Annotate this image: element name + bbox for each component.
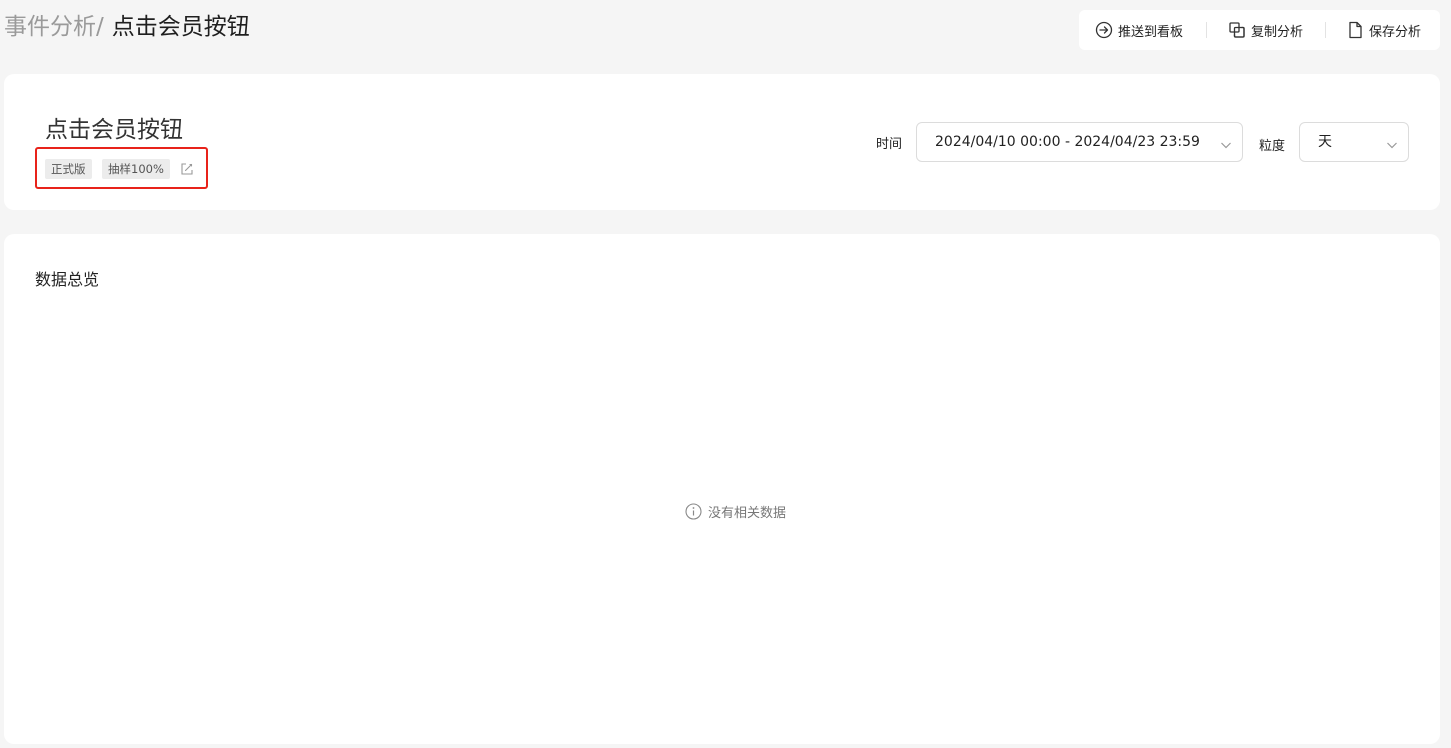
- copy-analysis-button[interactable]: 复制分析: [1228, 10, 1303, 50]
- breadcrumb-separator: /: [96, 14, 104, 40]
- copy-analysis-label: 复制分析: [1251, 24, 1304, 40]
- save-analysis-button[interactable]: 保存分析: [1346, 10, 1421, 50]
- date-range-picker[interactable]: 2024/04/10 00:00 - 2024/04/23 23:59: [916, 122, 1243, 162]
- toolbar-divider: [1325, 22, 1326, 38]
- info-circle-icon: [685, 503, 702, 520]
- tags-highlight-box: 正式版 抽样100%: [35, 147, 208, 189]
- empty-state: 没有相关数据: [685, 502, 786, 521]
- granularity-select[interactable]: 天: [1299, 122, 1409, 162]
- push-to-dashboard-label: 推送到看板: [1118, 24, 1184, 40]
- save-analysis-label: 保存分析: [1369, 24, 1422, 40]
- copy-icon: [1228, 21, 1246, 39]
- analysis-header-card: 点击会员按钮 正式版 抽样100% 时间 2024/04/10 00:00 - …: [4, 74, 1440, 210]
- document-icon: [1346, 21, 1364, 39]
- version-tag: 正式版: [45, 159, 92, 179]
- analysis-title: 点击会员按钮: [45, 117, 183, 143]
- chevron-down-icon: [1220, 136, 1232, 149]
- granularity-value: 天: [1318, 134, 1332, 150]
- arrow-circle-right-icon: [1095, 21, 1113, 39]
- breadcrumb-parent-link[interactable]: 事件分析: [4, 14, 96, 40]
- chevron-down-icon: [1386, 136, 1398, 149]
- toolbar-divider: [1206, 22, 1207, 38]
- date-range-value: 2024/04/10 00:00 - 2024/04/23 23:59: [935, 134, 1200, 150]
- data-overview-card: 数据总览 没有相关数据: [4, 234, 1440, 744]
- breadcrumb-current: 点击会员按钮: [111, 14, 250, 40]
- empty-state-text: 没有相关数据: [708, 506, 787, 521]
- section-title: 数据总览: [35, 270, 100, 289]
- time-label: 时间: [876, 137, 903, 152]
- granularity-label: 粒度: [1259, 139, 1286, 154]
- edit-icon[interactable]: [180, 161, 194, 175]
- analysis-toolbar: 推送到看板 复制分析 保存分析: [1079, 10, 1440, 50]
- push-to-dashboard-button[interactable]: 推送到看板: [1095, 10, 1183, 50]
- sampling-tag: 抽样100%: [102, 159, 170, 179]
- breadcrumb: 事件分析/ 点击会员按钮: [4, 10, 250, 44]
